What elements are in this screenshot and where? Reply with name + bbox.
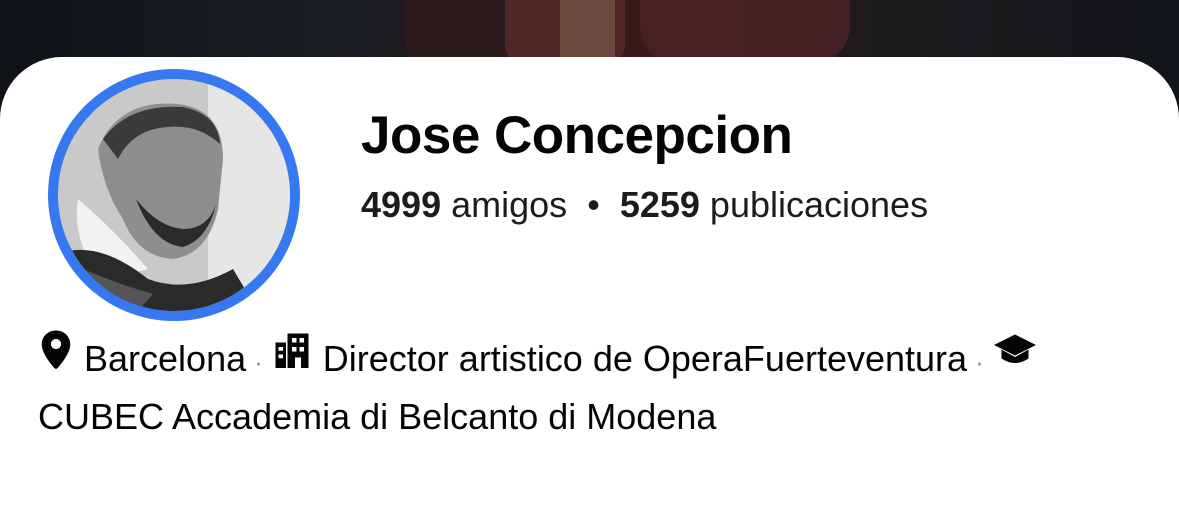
location-pin-icon xyxy=(38,329,74,386)
avatar[interactable] xyxy=(36,57,312,333)
profile-name: Jose Concepcion xyxy=(361,106,793,165)
detail-education: CUBEC Accademia di Belcanto di Modena xyxy=(38,395,717,437)
profile-details: Barcelona · Director artistico de OperaFu… xyxy=(38,329,1148,444)
detail-location: Barcelona xyxy=(84,338,247,379)
avatar-story-ring xyxy=(48,69,300,321)
stats-separator: • xyxy=(587,184,600,225)
friends-count[interactable]: 4999 xyxy=(361,184,441,225)
detail-separator: · xyxy=(975,347,984,377)
detail-work: Director artistico de OperaFuerteventura xyxy=(322,338,968,379)
detail-separator: · xyxy=(254,347,263,377)
cover-figure xyxy=(560,0,615,60)
profile-stats: 4999 amigos • 5259 publicaciones xyxy=(361,184,928,226)
posts-count: 5259 xyxy=(619,184,700,225)
building-icon xyxy=(271,330,313,385)
graduation-cap-icon xyxy=(992,330,1038,384)
profile-photo xyxy=(58,79,290,311)
posts-label: publicaciones xyxy=(709,184,929,225)
friends-label[interactable]: amigos xyxy=(451,184,567,225)
cover-figure xyxy=(640,0,850,65)
